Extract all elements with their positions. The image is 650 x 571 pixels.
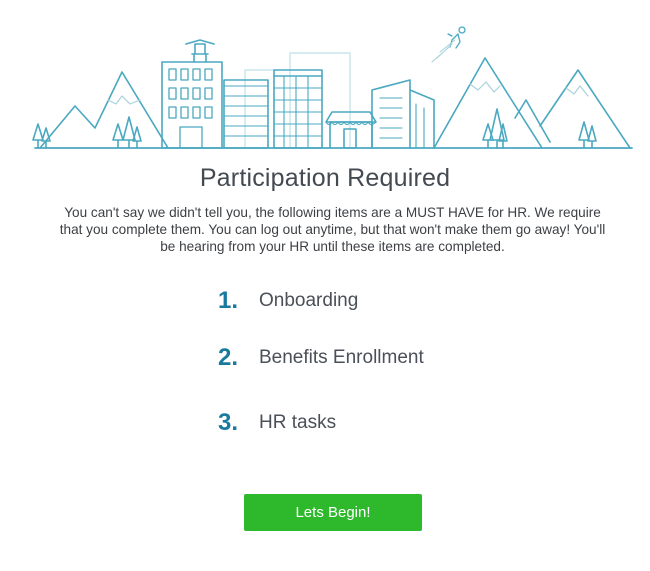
list-item-hr-tasks: 3. HR tasks [208,409,508,439]
step-number: 3. [217,409,238,436]
step-number: 2. [217,344,238,371]
step-number: 1. [217,287,238,314]
step-label: Onboarding [259,290,359,311]
required-items-list: 1. Onboarding 2. Benefits Enrollment 3. … [0,0,650,571]
step-label: Benefits Enrollment [259,347,424,368]
lets-begin-button[interactable]: Lets Begin! [244,494,422,531]
list-item-benefits-enrollment: 2. Benefits Enrollment [208,344,508,374]
list-item-onboarding: 1. Onboarding [208,287,508,317]
participation-page: Participation Required You can't say we … [0,0,650,571]
step-label: HR tasks [259,412,337,433]
